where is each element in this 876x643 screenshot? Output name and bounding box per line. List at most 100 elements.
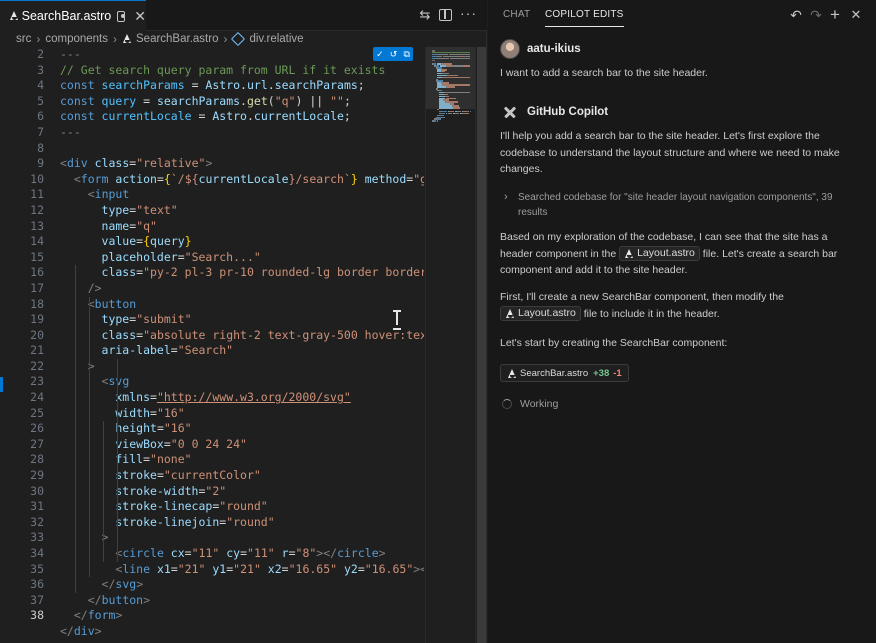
split-editor-icon[interactable] (439, 9, 452, 21)
line-number: 7 (37, 124, 44, 139)
inline-edit-actions[interactable]: ✓ ↺ ⧉ (373, 47, 413, 61)
chevron-right-icon: › (504, 191, 508, 203)
code-token: // Get search query param from URL if it… (60, 62, 386, 77)
code-token: /> (87, 280, 102, 295)
code-line: // Get search query param from URL if it… (60, 63, 424, 79)
code-token: currentLocale (253, 109, 344, 124)
code-token: r (274, 546, 289, 560)
code-token: . (246, 109, 254, 124)
code-line: xmlns="http://www.w3.org/2000/svg" (60, 390, 424, 406)
code-token: div (66, 156, 88, 171)
code-token: "11" (247, 546, 275, 560)
code-token: = (150, 405, 157, 420)
breadcrumb-item-src[interactable]: src (16, 33, 31, 45)
code-token: > (136, 577, 144, 592)
code-token: </ (73, 608, 88, 623)
editor-tab-bar: SearchBar.astro ✕ ⇆ ··· (0, 0, 487, 31)
code-line: placeholder="Search..." (60, 250, 424, 266)
close-tab-icon[interactable]: ✕ (134, 9, 146, 23)
code-line: --- (60, 47, 424, 63)
paragraph-text: First, I'll create a new SearchBar compo… (500, 291, 784, 303)
code-token: "py-2 pl-3 pr-10 rounded-lg border borde… (143, 265, 424, 280)
code-token: const (60, 109, 102, 124)
new-session-icon[interactable]: + (828, 6, 842, 23)
code-token: xmlns (60, 390, 151, 405)
code-token: "0 0 24 24" (170, 436, 247, 451)
breadcrumb-item-components[interactable]: components (45, 33, 108, 45)
line-number: 8 (37, 140, 44, 155)
user-name: aatu-ikius (527, 43, 581, 55)
breadcrumb-item-file[interactable]: SearchBar.astro (136, 33, 218, 45)
tab-searchbar-astro[interactable]: SearchBar.astro ✕ (0, 0, 146, 31)
indent-guide (89, 296, 90, 578)
chevron-right-icon: › (36, 32, 41, 46)
line-number: 18 (30, 296, 44, 311)
line-number: 14 (30, 234, 44, 249)
close-icon[interactable]: ✕ (849, 7, 863, 23)
code-area[interactable]: ---// Get search query param from URL if… (60, 47, 424, 640)
diff-icon[interactable]: ⧉ (403, 49, 409, 60)
undo-change-icon[interactable]: ↺ (390, 49, 398, 60)
code-token: stroke-linejoin (60, 514, 220, 529)
minimap-line (448, 112, 453, 115)
code-line: value={query} (60, 234, 424, 250)
code-token: < (60, 156, 67, 171)
code-token: class (60, 327, 137, 342)
minimap-line (436, 120, 438, 122)
tab-label: SearchBar.astro (21, 9, 112, 23)
chevron-right-icon: › (223, 32, 228, 46)
line-number: 28 (30, 452, 44, 467)
code-token: stroke-width (60, 483, 199, 498)
file-reference-chip[interactable]: Layout.astro (619, 246, 700, 262)
redo-icon[interactable]: ↷ (809, 7, 823, 23)
preview-icon[interactable] (117, 10, 126, 22)
code-token: = (288, 546, 296, 560)
code-token: = (156, 171, 164, 186)
more-actions-icon[interactable]: ··· (460, 6, 476, 20)
code-token: "q" (274, 93, 296, 108)
vertical-scrollbar[interactable] (475, 47, 486, 643)
user-message-header: aatu-ikius (500, 39, 581, 59)
code-token: = (170, 561, 178, 576)
code-token: > (378, 546, 386, 560)
edited-file-chip[interactable]: SearchBar.astro +38 -1 (500, 364, 629, 382)
search-result-text: Searched codebase for "site header layou… (518, 192, 833, 218)
code-token: class (87, 156, 130, 171)
code-token: const (60, 93, 102, 108)
code-token: query (101, 93, 137, 108)
code-line: </svg> (60, 577, 424, 593)
minimap[interactable] (425, 47, 476, 643)
code-token: aria-label (60, 343, 171, 358)
accept-icon[interactable]: ✓ (376, 49, 384, 60)
breadcrumb-item-symbol[interactable]: div.relative (249, 33, 303, 45)
file-reference-chip[interactable]: Layout.astro (500, 306, 581, 322)
line-number: 17 (30, 280, 44, 295)
code-token: y1 (205, 561, 227, 576)
code-token: } (350, 171, 358, 186)
file-reference-label: Layout.astro (518, 307, 576, 320)
code-token: = (191, 109, 213, 124)
tab-copilot-edits[interactable]: COPILOT EDITS (545, 9, 624, 27)
code-token: > (205, 156, 213, 171)
code-token: input (94, 187, 130, 202)
search-result-summary[interactable]: › Searched codebase for "site header lay… (504, 190, 854, 220)
code-token: = (163, 436, 171, 451)
scrollbar-thumb[interactable] (477, 47, 486, 643)
minimap-line (453, 107, 460, 109)
compare-changes-icon[interactable]: ⇆ (418, 8, 432, 22)
code-token: "absolute right-2 text-gray-500 hover:te… (143, 327, 424, 342)
code-token: < (87, 187, 95, 202)
undo-icon[interactable]: ↶ (789, 7, 803, 23)
code-token: = (177, 249, 185, 264)
line-number: 32 (30, 514, 44, 529)
code-token: = (240, 546, 248, 560)
minimap-line (439, 107, 453, 109)
code-line: const searchParams = Astro.url.searchPar… (60, 78, 424, 94)
tab-chat[interactable]: CHAT (503, 9, 530, 20)
assistant-intro: I'll help you add a search bar to the si… (500, 130, 840, 175)
code-token: { (143, 234, 151, 249)
code-token: class (60, 265, 137, 280)
